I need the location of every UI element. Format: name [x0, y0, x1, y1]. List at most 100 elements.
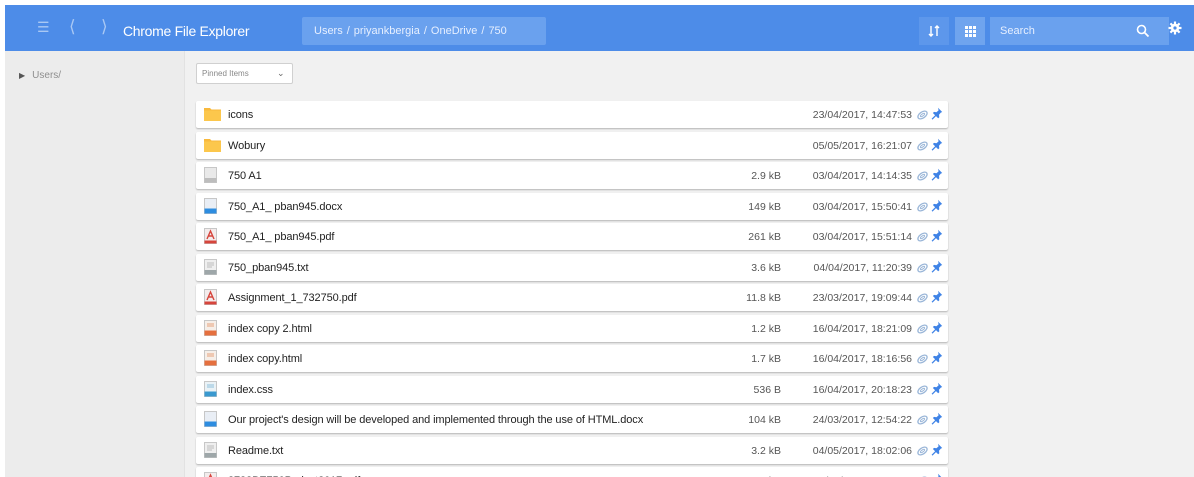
link-icon[interactable] — [916, 413, 929, 425]
file-date: 16/04/2017, 18:21:09 — [812, 322, 912, 335]
txt-file-icon — [204, 258, 217, 280]
app-window: ☰ ⟨ ⟩ Chrome File Explorer Users / priyank… — [5, 5, 1194, 477]
file-size: 149 kB — [748, 200, 781, 213]
app-title: Chrome File Explorer — [123, 23, 250, 39]
grid-view-button[interactable] — [955, 17, 985, 45]
file-size: 104 kB — [748, 414, 781, 426]
file-name: Assignment_1_732750.pdf — [228, 292, 357, 304]
file-row[interactable]: Our project's design will be developed a… — [196, 406, 948, 433]
search-box — [990, 17, 1169, 45]
docx-file-icon — [204, 411, 217, 432]
pin-icon[interactable] — [931, 260, 943, 273]
breadcrumb-item-750[interactable]: 750 — [488, 25, 506, 37]
file-row[interactable]: icons 23/04/2017, 14:47:53 — [196, 101, 948, 128]
file-pane: Pinned Items ⌄ icons 23/04/2017, 14:47:53… — [186, 51, 1194, 477]
file-row[interactable]: Assignment_1_732750.pdf 11.8 kB 23/03/2017… — [196, 284, 948, 311]
file-icon — [204, 167, 217, 188]
breadcrumb: Users / priyankbergia / OneDrive/750 — [302, 17, 546, 45]
sidebar-tree-item-users[interactable]: ▶ Users/ — [19, 70, 61, 81]
file-name: 750_pban945.txt — [228, 261, 309, 274]
breadcrumb-item-user[interactable]: priyankbergia — [354, 25, 420, 37]
pin-icon[interactable] — [931, 138, 943, 151]
search-input[interactable] — [990, 17, 1130, 45]
chevron-down-icon: ⌄ — [277, 68, 285, 78]
file-row[interactable]: 750 A1 2.9 kB 03/04/2017, 14:14:35 — [196, 162, 948, 189]
txt-file-icon — [204, 441, 217, 463]
file-size: 3.6 kB — [751, 261, 781, 274]
file-date: 23/04/2017, 14:47:53 — [812, 109, 912, 121]
pin-icon[interactable] — [931, 382, 943, 395]
link-icon[interactable] — [916, 169, 929, 181]
pdf-file-icon — [204, 472, 217, 477]
file-date: 04/05/2017, 18:02:06 — [812, 444, 912, 457]
forward-icon[interactable]: ⟩ — [101, 18, 108, 35]
pdf-file-icon — [204, 289, 217, 310]
file-size: 261 kB — [748, 231, 781, 243]
pin-icon[interactable] — [931, 321, 943, 334]
file-list: icons 23/04/2017, 14:47:53 Wobury 05/05/201… — [196, 101, 948, 477]
file-row[interactable]: 750_A1_ pban945.docx 149 kB 03/04/2017, 15… — [196, 192, 948, 220]
file-row[interactable]: Wobury 05/05/2017, 16:21:07 — [196, 131, 948, 159]
link-icon[interactable] — [916, 444, 929, 456]
file-row[interactable]: 750_A1_ pban945.pdf 261 kB 03/04/2017, 15:… — [196, 223, 948, 250]
pdf-file-icon — [204, 228, 217, 249]
css-file-icon — [204, 380, 217, 402]
link-icon[interactable] — [916, 108, 929, 120]
file-row[interactable]: index.css 536 B 16/04/2017, 20:18:23 — [196, 375, 948, 403]
grid-icon — [964, 25, 976, 37]
file-date: 16/04/2017, 20:18:23 — [812, 383, 912, 396]
pinned-items-dropdown[interactable]: Pinned Items ⌄ — [196, 63, 293, 84]
file-size: 1.2 kB — [751, 322, 781, 335]
file-name: index copy 2.html — [228, 322, 312, 335]
sidebar: ▶ Users/ — [5, 51, 185, 477]
file-size: 1.7 kB — [751, 353, 781, 365]
file-name: 750_A1_ pban945.pdf — [228, 231, 335, 243]
menu-icon[interactable]: ☰ — [37, 20, 51, 34]
file-date: 03/04/2017, 14:14:35 — [812, 170, 912, 182]
pin-icon[interactable] — [931, 107, 943, 120]
file-date: 16/04/2017, 18:16:56 — [812, 353, 912, 365]
file-name: index.css — [228, 383, 273, 396]
pin-icon[interactable] — [931, 168, 943, 181]
file-name: Readme.txt — [228, 444, 284, 457]
link-icon[interactable] — [916, 322, 929, 334]
file-name: Wobury — [228, 139, 266, 152]
link-icon[interactable] — [916, 139, 929, 151]
sort-button[interactable] — [919, 17, 949, 45]
pin-icon[interactable] — [931, 229, 943, 242]
pin-icon[interactable] — [931, 199, 943, 212]
file-name: 750 A1 — [228, 170, 262, 182]
pin-icon[interactable] — [931, 473, 943, 477]
file-size: 536 B — [753, 383, 781, 396]
gear-icon[interactable] — [1168, 21, 1182, 35]
pin-icon[interactable] — [931, 351, 943, 364]
link-icon[interactable] — [916, 261, 929, 273]
breadcrumb-item-users[interactable]: Users — [314, 25, 343, 37]
html-file-icon — [204, 350, 217, 371]
search-icon[interactable] — [1136, 24, 1150, 38]
top-toolbar: ☰ ⟨ ⟩ Chrome File Explorer Users / priyank… — [5, 5, 1194, 51]
pin-icon[interactable] — [931, 412, 943, 425]
breadcrumb-item-onedrive[interactable]: OneDrive — [431, 25, 477, 37]
file-row[interactable]: Readme.txt 3.2 kB 04/05/2017, 18:02:06 — [196, 436, 948, 464]
pin-icon[interactable] — [931, 443, 943, 456]
link-icon[interactable] — [916, 383, 929, 395]
folder-icon — [204, 106, 221, 126]
expand-arrow-icon[interactable]: ▶ — [19, 71, 25, 80]
file-name: index copy.html — [228, 353, 303, 365]
link-icon[interactable] — [916, 230, 929, 242]
file-date: 03/04/2017, 15:51:14 — [812, 231, 912, 243]
link-icon[interactable] — [916, 352, 929, 364]
file-row[interactable]: 8732BE750Project2017.pdf71.2 kB13/03/201… — [196, 467, 948, 477]
file-row[interactable]: index copy.html 1.7 kB 16/04/2017, 18:16:5… — [196, 345, 948, 372]
file-row[interactable]: 750_pban945.txt 3.6 kB 04/04/2017, 11:20:3… — [196, 253, 948, 281]
file-date: 24/03/2017, 12:54:22 — [812, 414, 912, 426]
html-file-icon — [204, 319, 217, 341]
file-row[interactable]: index copy 2.html 1.2 kB 16/04/2017, 18:21… — [196, 314, 948, 342]
pin-icon[interactable] — [931, 290, 943, 303]
back-icon[interactable]: ⟨ — [69, 18, 76, 35]
file-size: 11.8 kB — [746, 292, 781, 304]
link-icon[interactable] — [916, 200, 929, 212]
link-icon[interactable] — [916, 291, 929, 303]
file-date: 23/03/2017, 19:09:44 — [812, 292, 912, 304]
